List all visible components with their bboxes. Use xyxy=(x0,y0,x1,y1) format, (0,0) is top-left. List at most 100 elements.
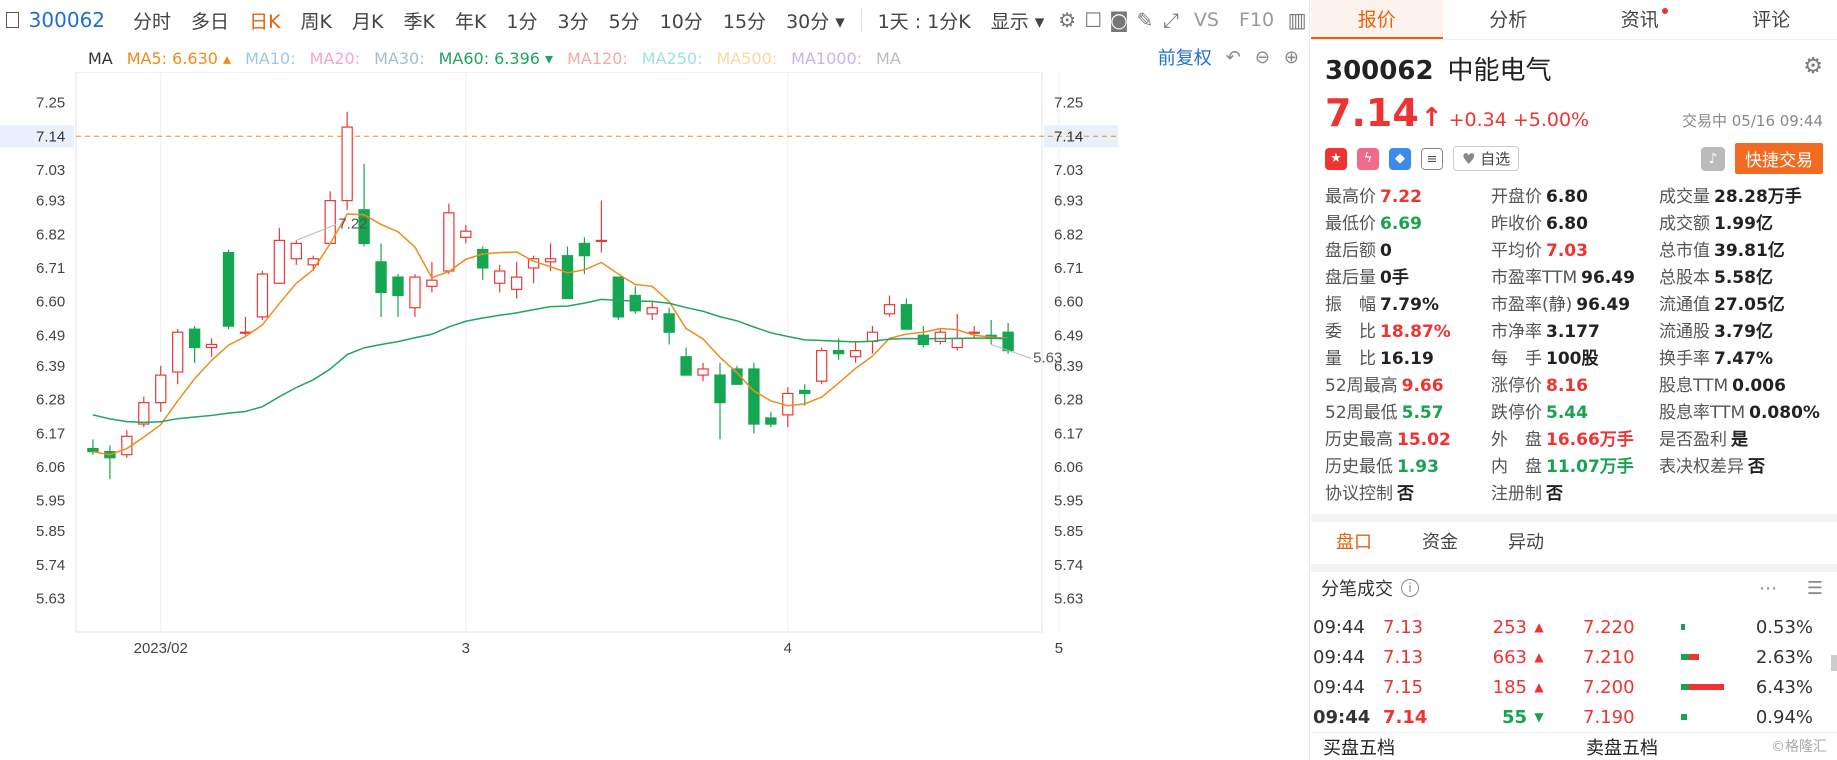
stat-label: 开盘价 xyxy=(1491,187,1542,207)
watchlist-label: 自选 xyxy=(1480,150,1511,168)
period-tab[interactable]: 3分 xyxy=(548,7,599,34)
candle-body xyxy=(510,276,523,290)
y-tick-label-right: 7.03 xyxy=(1054,162,1083,179)
zoom-out-icon[interactable]: ⊖ xyxy=(1255,47,1270,68)
stat-label: 成交量 xyxy=(1659,187,1710,207)
info-icon[interactable]: i xyxy=(1401,579,1419,597)
period-tab[interactable]: 多日 xyxy=(181,7,239,34)
candle-body xyxy=(87,447,99,453)
ma-selector[interactable]: MA xyxy=(88,49,113,68)
period-tab[interactable]: 1分 xyxy=(496,7,547,34)
candle-body xyxy=(832,349,845,355)
tab-comments[interactable]: 评论 xyxy=(1706,0,1837,39)
adjust-button[interactable]: 前复权 xyxy=(1158,44,1212,70)
vs-button[interactable]: VS xyxy=(1184,9,1229,31)
y-tick-label-left: 6.06 xyxy=(36,459,65,476)
mode-select[interactable]: 1天 : 1分K xyxy=(868,7,981,34)
stat-item xyxy=(1659,479,1829,502)
subtab-movement[interactable]: 异动 xyxy=(1483,522,1569,564)
x-tick-label: 4 xyxy=(784,640,792,657)
y-tick-label-left: 6.39 xyxy=(36,358,65,375)
subtab-orderbook[interactable]: 盘口 xyxy=(1311,522,1397,564)
document-icon[interactable]: ≡ xyxy=(1421,147,1443,170)
period-tab[interactable]: 周K xyxy=(291,7,342,34)
china-flag-icon: ★ xyxy=(1325,147,1347,170)
more-icon[interactable]: ⋯ xyxy=(1759,578,1777,599)
stat-label: 股息率TTM xyxy=(1659,403,1746,423)
stat-label: 流通股 xyxy=(1659,322,1710,342)
y-tick-label-right: 7.14 xyxy=(1054,128,1083,145)
stat-item: 盘后量 0手 xyxy=(1325,263,1491,288)
y-tick-label-left: 5.74 xyxy=(36,557,65,574)
panel-toggle-icon[interactable] xyxy=(6,12,19,28)
camera-icon[interactable]: ◙ xyxy=(1106,8,1132,32)
period-tab[interactable]: 10分 xyxy=(650,7,713,34)
period-tab[interactable]: 分时 xyxy=(123,7,181,34)
candle-body xyxy=(375,261,387,294)
stat-value: 5.44 xyxy=(1546,403,1588,423)
stat-value: 6.69 xyxy=(1380,214,1422,234)
quick-trade-button[interactable]: 快捷交易 xyxy=(1735,143,1823,174)
menu-icon[interactable]: ☰ xyxy=(1807,578,1823,599)
bell-icon[interactable]: ♪ xyxy=(1701,146,1725,171)
pencil-icon[interactable]: ✎ xyxy=(1132,8,1158,32)
trade-status: 交易中 05/16 09:44 xyxy=(1682,112,1823,130)
tab-news[interactable]: 资讯 xyxy=(1574,0,1706,39)
period-tabs: 分时 多日 日K 周K 月K 季K 年K 1分 3分 5分 10分 15分 30分 ▾ xyxy=(123,7,855,34)
candle-body xyxy=(172,331,184,373)
candle-body xyxy=(544,258,557,263)
stat-item: 总股本 5.58亿 xyxy=(1659,263,1829,288)
undo-icon[interactable]: ↶ xyxy=(1226,47,1241,68)
tab-analysis[interactable]: 分析 xyxy=(1443,0,1575,39)
period-tab[interactable]: 年K xyxy=(445,7,496,34)
stat-value: 1.99亿 xyxy=(1714,214,1773,234)
stat-value: 0手 xyxy=(1380,268,1409,288)
y-tick-label-left: 5.85 xyxy=(36,523,65,540)
candle-body xyxy=(934,331,946,343)
period-tab[interactable]: 日K xyxy=(239,7,290,34)
y-tick-label-right: 6.17 xyxy=(1054,425,1083,442)
square-select-icon[interactable]: ☐ xyxy=(1080,8,1106,32)
tick-volume: 663 xyxy=(1492,646,1527,668)
candle-body xyxy=(460,230,472,238)
depth-bar-fill-green xyxy=(1681,624,1685,630)
tick-time: 09:44 xyxy=(1313,706,1371,728)
y-tick-label-left: 5.95 xyxy=(36,493,65,510)
y-tick-label-right: 6.49 xyxy=(1054,327,1083,344)
market-subtabs: 盘口 资金 异动 xyxy=(1311,514,1837,564)
subtab-capital[interactable]: 资金 xyxy=(1397,522,1483,564)
sidebar-icon[interactable]: ▥ xyxy=(1284,8,1310,32)
stat-label: 注册制 xyxy=(1491,484,1542,504)
ma30-value: MA30: xyxy=(374,48,425,68)
period-tab[interactable]: 月K xyxy=(342,7,393,34)
stat-item: 换手率 7.47% xyxy=(1659,344,1829,369)
candle-body xyxy=(239,331,252,334)
zoom-in-icon[interactable]: ⊕ xyxy=(1284,47,1299,68)
gear-icon[interactable]: ⚙ xyxy=(1803,54,1823,79)
chart-tools: 前复权 ↶ ⊖ ⊕ xyxy=(1158,44,1299,70)
kline-chart[interactable]: 2023/02 3 4 5 7.25 7.25 7.03 7.03 6.93 6.93 6.82 6.… xyxy=(0,72,1310,760)
stat-item: 股息率TTM 0.080% xyxy=(1659,398,1829,423)
stat-value: 否 xyxy=(1397,484,1414,504)
tag-icon[interactable]: ◆ xyxy=(1389,147,1411,170)
ma-indicator-bar: MA MA5: 6.630 ▴ MA10: MA20: MA30: MA60: … xyxy=(0,44,1310,72)
y-tick-label-left: 6.28 xyxy=(36,392,65,409)
lightning-icon[interactable]: ϟ xyxy=(1357,147,1379,170)
settings-icon[interactable]: ⚙ xyxy=(1054,8,1080,32)
fullscreen-icon[interactable]: ⤢ xyxy=(1158,8,1184,32)
stock-name: 中能电气 xyxy=(1447,56,1552,86)
stat-label: 历史最高 xyxy=(1325,430,1393,450)
add-watchlist-button[interactable]: ♥ 自选 xyxy=(1453,146,1520,171)
ticker-code[interactable]: 300062 xyxy=(29,8,105,32)
display-select[interactable]: 显示 ▾ xyxy=(981,7,1055,34)
depth-bar-fill-green xyxy=(1681,714,1687,720)
candle-body xyxy=(426,279,438,287)
scrollbar[interactable] xyxy=(1831,655,1837,671)
period-tab[interactable]: 季K xyxy=(393,7,444,34)
candle-body xyxy=(1002,331,1014,352)
period-tab[interactable]: 30分 ▾ xyxy=(776,7,855,34)
period-tab[interactable]: 15分 xyxy=(713,7,776,34)
f10-button[interactable]: F10 xyxy=(1229,9,1284,31)
tab-quote[interactable]: 报价 xyxy=(1311,0,1443,39)
period-tab[interactable]: 5分 xyxy=(599,7,650,34)
